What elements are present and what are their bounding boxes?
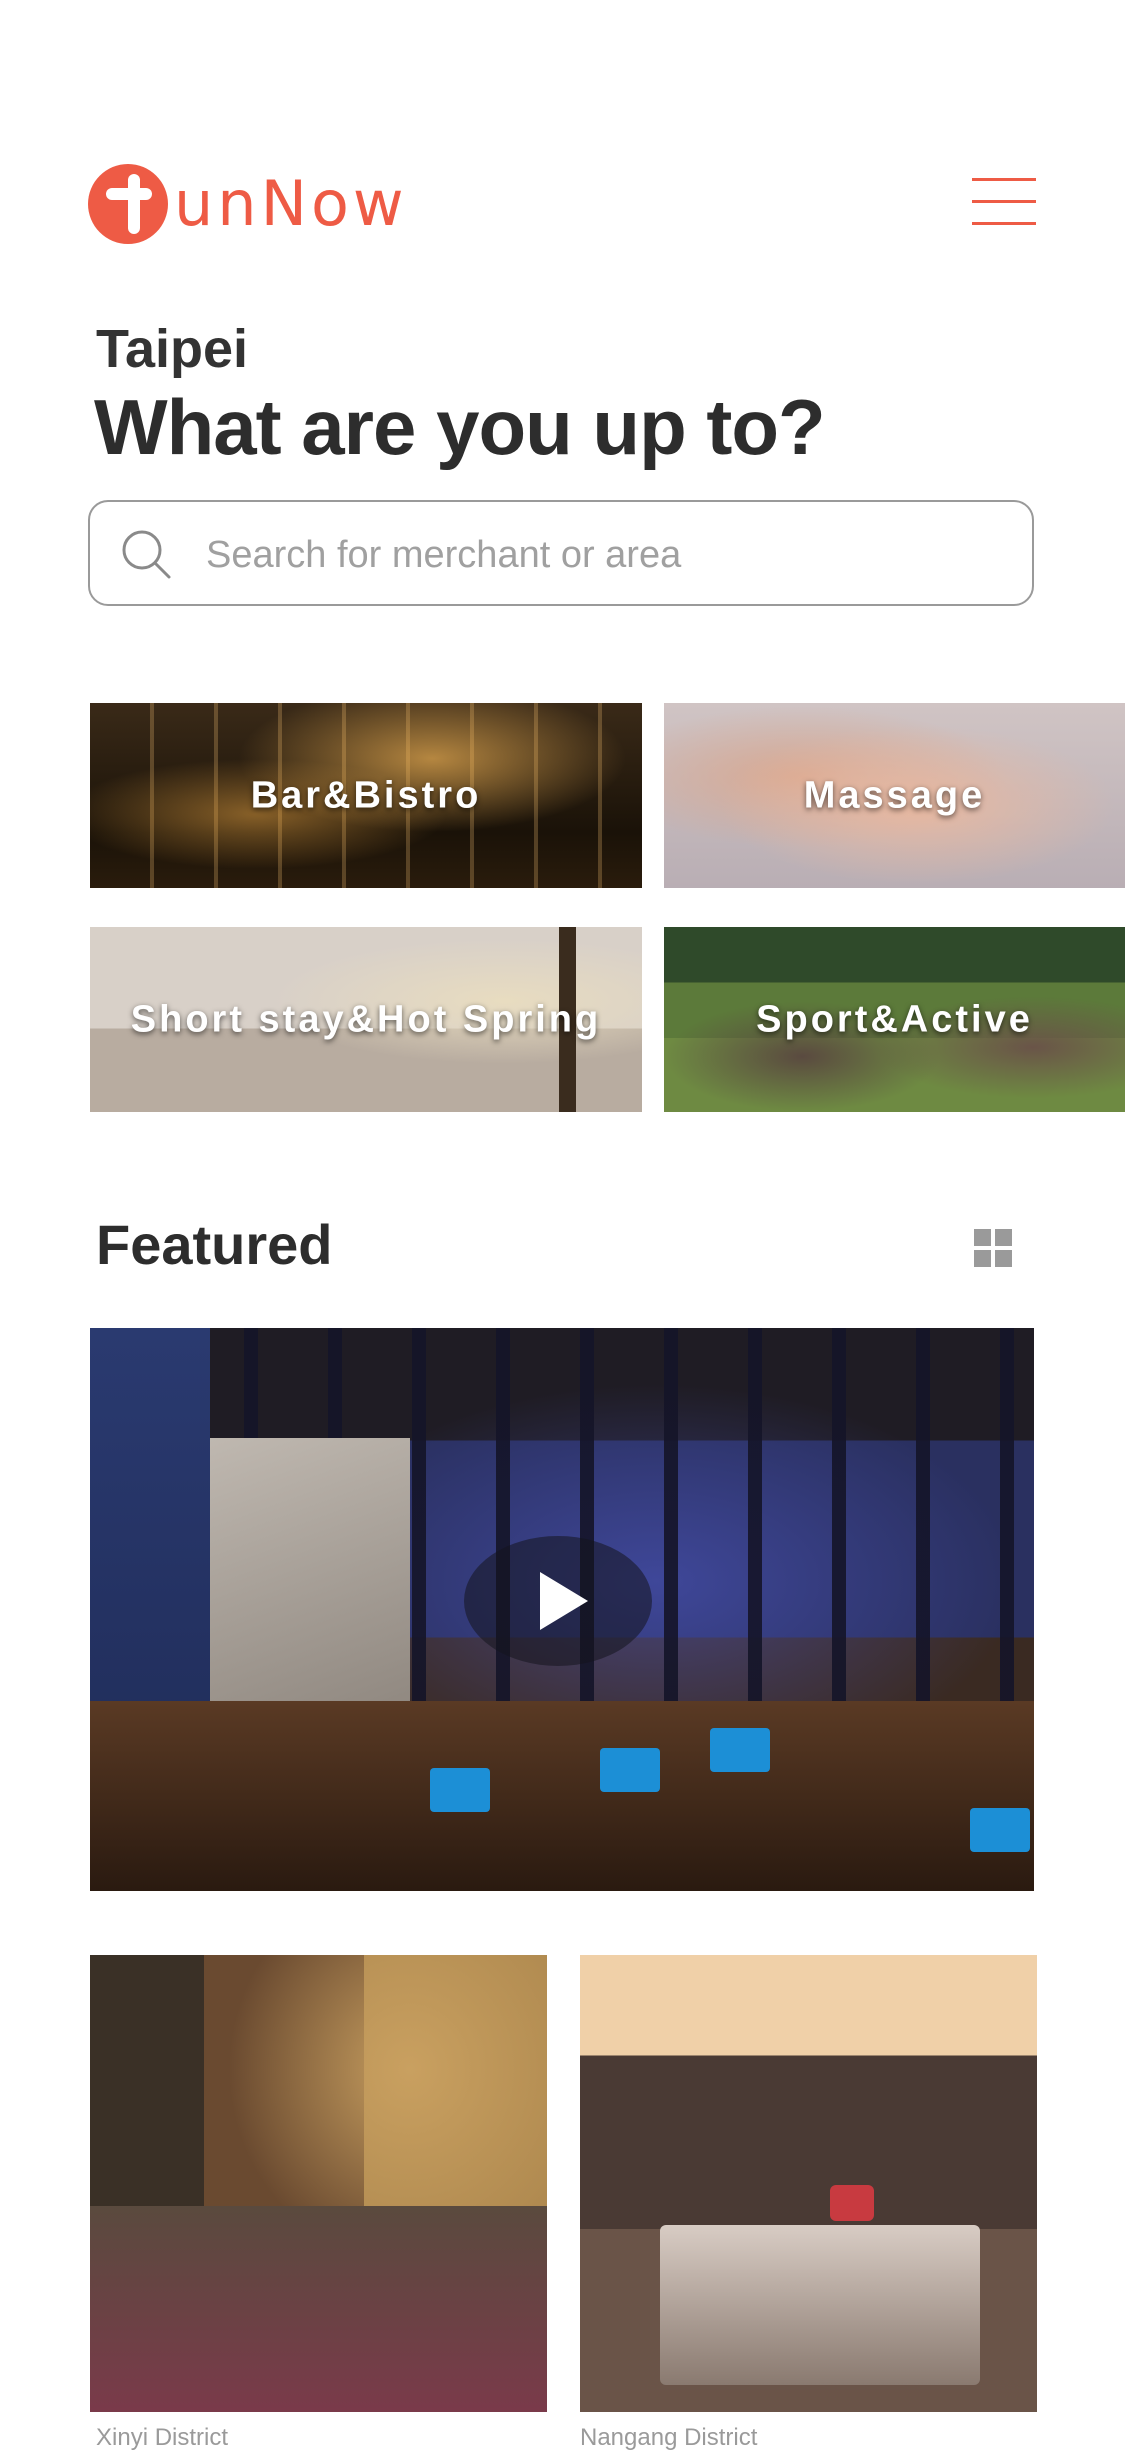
featured-card[interactable] bbox=[580, 1955, 1037, 2412]
featured-card[interactable] bbox=[90, 1955, 547, 2412]
category-tile-bar-bistro[interactable]: Bar&Bistro bbox=[90, 703, 642, 888]
category-label: Short stay&Hot Spring bbox=[130, 998, 602, 1040]
card-district-label: Nangang District bbox=[580, 2424, 758, 2451]
search-bar[interactable] bbox=[88, 500, 1034, 606]
search-input[interactable] bbox=[204, 524, 998, 586]
play-icon[interactable] bbox=[464, 1536, 652, 1666]
featured-video-card[interactable] bbox=[90, 1328, 1034, 1891]
city-label: Taipei bbox=[96, 319, 249, 379]
hamburger-menu-icon[interactable] bbox=[972, 176, 1036, 228]
category-label: Bar&Bistro bbox=[250, 774, 482, 816]
category-tile-massage[interactable]: Massage bbox=[664, 703, 1125, 888]
page-headline: What are you up to? bbox=[94, 383, 826, 471]
search-icon bbox=[122, 530, 171, 579]
category-label: Sport&Active bbox=[756, 998, 1033, 1040]
brand-logo[interactable]: unNow bbox=[88, 160, 404, 244]
featured-section-title: Featured bbox=[96, 1213, 333, 1276]
card-district-label: Xinyi District bbox=[96, 2424, 229, 2451]
category-tile-sport-active[interactable]: Sport&Active bbox=[664, 927, 1125, 1112]
logo-mark-icon bbox=[88, 164, 168, 244]
grid-view-icon[interactable] bbox=[974, 1229, 1012, 1267]
brand-name: unNow bbox=[174, 167, 408, 240]
category-label: Massage bbox=[803, 774, 986, 816]
category-tile-short-stay-hot-spring[interactable]: Short stay&Hot Spring bbox=[90, 927, 642, 1112]
